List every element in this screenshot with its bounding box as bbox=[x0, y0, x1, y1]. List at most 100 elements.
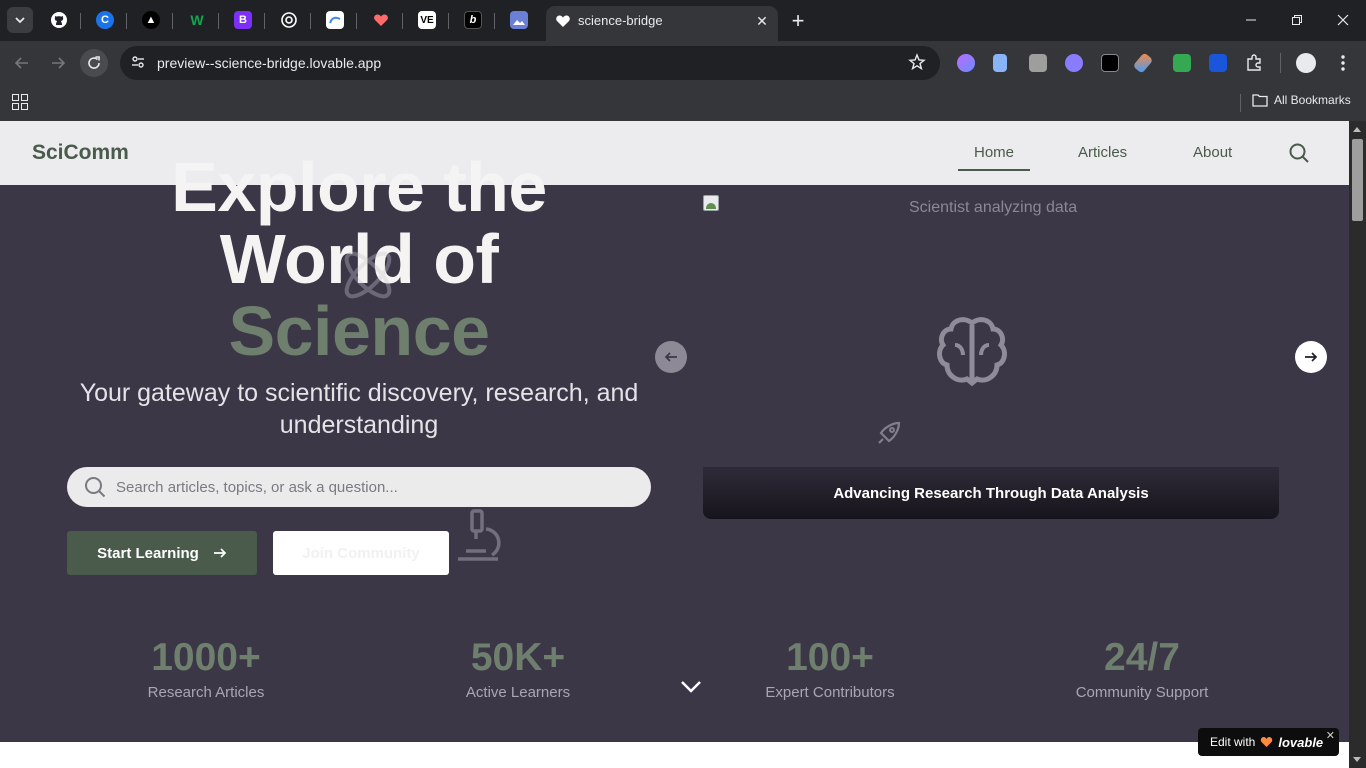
url-text: preview--science-bridge.lovable.app bbox=[157, 55, 382, 71]
heart-favicon-icon bbox=[556, 15, 570, 27]
badge-prefix: Edit with bbox=[1210, 735, 1256, 749]
carousel-prev-button[interactable] bbox=[655, 341, 687, 373]
scroll-down-arrow-icon[interactable] bbox=[1353, 757, 1361, 762]
heart-icon bbox=[1261, 737, 1273, 747]
close-badge-icon[interactable]: ✕ bbox=[1326, 729, 1335, 742]
nav-active-indicator bbox=[958, 169, 1030, 171]
site-logo[interactable]: SciComm bbox=[32, 141, 129, 165]
tab-pinned-2[interactable]: C bbox=[92, 8, 118, 32]
address-bar[interactable]: preview--science-bridge.lovable.app bbox=[120, 46, 940, 80]
browser-toolbar: preview--science-bridge.lovable.app bbox=[0, 41, 1366, 85]
carousel-next-button[interactable] bbox=[1295, 341, 1327, 373]
join-community-button[interactable]: Join Community bbox=[273, 531, 449, 575]
hero-search bbox=[67, 467, 651, 507]
nav-home[interactable]: Home bbox=[974, 144, 1014, 161]
start-learning-button[interactable]: Start Learning bbox=[67, 531, 257, 575]
hero-carousel: Scientist analyzing data Advancing Resea… bbox=[703, 195, 1279, 519]
bookmark-star-icon[interactable] bbox=[908, 53, 926, 71]
page-viewport: Explore the World of Science SciComm Hom… bbox=[0, 121, 1349, 768]
tab-pinned-5[interactable]: B bbox=[230, 8, 256, 32]
minimize-button[interactable] bbox=[1228, 0, 1274, 40]
rocket-icon bbox=[878, 421, 901, 444]
stat-value: 24/7 bbox=[1104, 636, 1180, 679]
tab-divider bbox=[80, 13, 81, 29]
openai-icon bbox=[280, 11, 298, 29]
extension-chart-icon[interactable] bbox=[1173, 54, 1191, 72]
image-icon bbox=[510, 11, 528, 29]
tab-github[interactable] bbox=[46, 8, 72, 32]
tab-pinned-9[interactable]: VE bbox=[414, 8, 440, 32]
tab-pinned-8[interactable] bbox=[368, 8, 394, 32]
forward-button[interactable] bbox=[44, 49, 72, 77]
scroll-up-arrow-icon[interactable] bbox=[1353, 127, 1361, 132]
tab-pinned-7[interactable] bbox=[322, 8, 348, 32]
microscope-icon bbox=[458, 509, 501, 561]
tab-active[interactable]: science-bridge ✕ bbox=[546, 6, 778, 41]
search-icon bbox=[85, 477, 106, 498]
stat-label: Research Articles bbox=[147, 684, 265, 701]
stat-research-articles: 1000+ Research Articles bbox=[106, 636, 306, 701]
extension-cloud-icon[interactable] bbox=[1065, 54, 1083, 72]
hero-search-input[interactable] bbox=[116, 467, 636, 507]
app-icon bbox=[326, 11, 344, 29]
close-window-button[interactable] bbox=[1320, 0, 1366, 40]
arrow-left-icon bbox=[664, 352, 677, 362]
triangle-logo-icon: ▲ bbox=[142, 11, 160, 29]
restore-button[interactable] bbox=[1274, 0, 1320, 40]
scroll-down-chevron-icon[interactable] bbox=[678, 676, 704, 696]
hero-subtitle: Your gateway to scientific discovery, re… bbox=[79, 379, 639, 439]
tab-pinned-3[interactable]: ▲ bbox=[138, 8, 164, 32]
stat-active-learners: 50K+ Active Learners bbox=[418, 636, 618, 701]
search-icon[interactable] bbox=[1288, 142, 1310, 164]
extensions-puzzle-icon[interactable] bbox=[1244, 53, 1264, 73]
tab-divider bbox=[218, 13, 219, 29]
extension-doc-icon[interactable] bbox=[993, 54, 1007, 72]
tab-pinned-11[interactable] bbox=[506, 8, 532, 32]
page-scrollbar[interactable] bbox=[1349, 121, 1366, 768]
tab-divider bbox=[402, 13, 403, 29]
nav-articles[interactable]: Articles bbox=[1078, 144, 1127, 161]
browser-tab-bar: C ▲ W B VE b science-bridge ✕ + bbox=[0, 0, 1366, 41]
profile-avatar[interactable] bbox=[1296, 53, 1316, 73]
extension-t-icon[interactable] bbox=[1101, 54, 1119, 72]
extension-puzzle-icon[interactable] bbox=[1029, 54, 1047, 72]
chevron-down-icon bbox=[15, 17, 25, 24]
brain-icon bbox=[937, 317, 1007, 387]
stat-value: 50K+ bbox=[470, 636, 566, 679]
tab-pinned-10[interactable]: b bbox=[460, 8, 486, 32]
tab-pinned-4[interactable]: W bbox=[184, 8, 210, 32]
arrow-right-icon bbox=[52, 57, 66, 69]
tab-divider bbox=[356, 13, 357, 29]
nav-about[interactable]: About bbox=[1193, 144, 1232, 161]
stat-value: 100+ bbox=[786, 636, 874, 679]
bookmarks-divider bbox=[1240, 94, 1241, 112]
extension-x-icon[interactable] bbox=[1209, 54, 1227, 72]
new-tab-button[interactable]: + bbox=[786, 8, 810, 33]
apps-grid-icon[interactable] bbox=[11, 93, 29, 111]
close-tab-icon[interactable]: ✕ bbox=[752, 11, 772, 31]
all-bookmarks-button[interactable]: All Bookmarks bbox=[1252, 93, 1351, 107]
scrollbar-thumb[interactable] bbox=[1352, 139, 1363, 221]
tab-pinned-6[interactable] bbox=[276, 8, 302, 32]
extension-pen-icon[interactable] bbox=[1132, 52, 1154, 74]
reload-button[interactable] bbox=[80, 49, 108, 77]
extension-1-icon[interactable] bbox=[957, 54, 975, 72]
reload-icon bbox=[88, 56, 100, 69]
tab-title: science-bridge bbox=[578, 13, 663, 28]
tab-divider bbox=[494, 13, 495, 29]
back-button[interactable] bbox=[8, 49, 36, 77]
carousel-caption: Advancing Research Through Data Analysis bbox=[703, 467, 1279, 519]
stat-value: 1000+ bbox=[151, 636, 261, 679]
tab-divider bbox=[448, 13, 449, 29]
stat-community-support: 24/7 Community Support bbox=[1042, 636, 1242, 701]
more-menu-icon[interactable] bbox=[1336, 53, 1350, 73]
arrow-left-icon bbox=[14, 57, 28, 69]
bookmarks-bar: All Bookmarks bbox=[0, 85, 1366, 121]
carousel-image-alt: Scientist analyzing data bbox=[909, 199, 1078, 216]
edit-with-lovable-badge[interactable]: Edit with lovable ✕ bbox=[1198, 728, 1339, 756]
tab-search-button[interactable] bbox=[7, 7, 33, 33]
site-settings-icon[interactable] bbox=[130, 54, 146, 70]
circle-c-icon: C bbox=[96, 11, 114, 29]
github-icon bbox=[50, 11, 68, 29]
tab-divider bbox=[126, 13, 127, 29]
